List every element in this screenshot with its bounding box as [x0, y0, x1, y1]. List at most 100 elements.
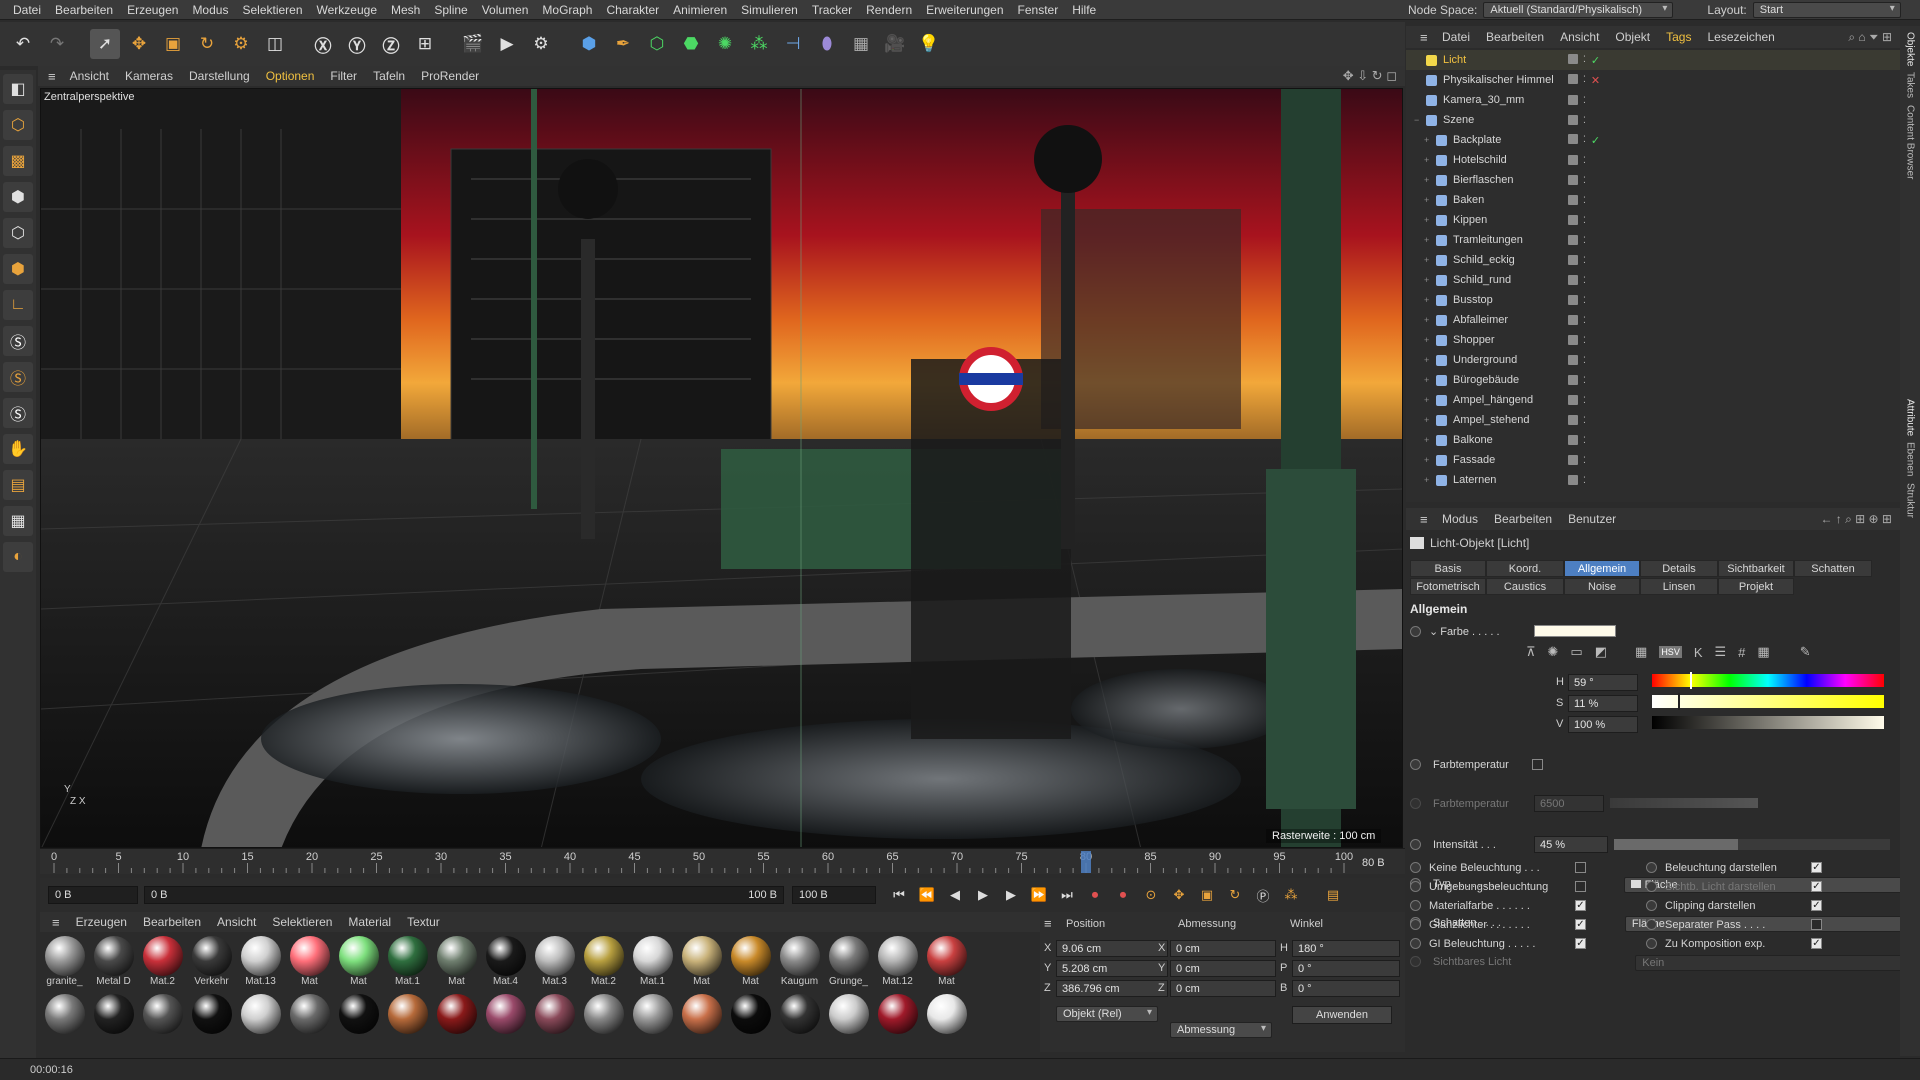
object-row[interactable]: + Fassade ⁚ [1406, 450, 1900, 470]
visibility-dots-icon[interactable]: ⁚ [1583, 475, 1586, 486]
farbtemp-checkbox[interactable] [1532, 759, 1543, 770]
material-swatch[interactable]: Mat [677, 936, 726, 996]
cube-icon[interactable]: ⬢ [574, 29, 604, 59]
prev-key-icon[interactable]: ⏪ [916, 884, 938, 906]
om-menu-objekt[interactable]: Objekt [1607, 30, 1658, 44]
world-coordinates-icon[interactable]: ⊞ [410, 29, 440, 59]
object-row[interactable]: + Ampel_hängend ⁚ [1406, 390, 1900, 410]
layer-icon[interactable] [1568, 114, 1578, 125]
material-swatch[interactable]: Verkehr [187, 936, 236, 996]
anim-toggle-icon[interactable] [1646, 938, 1657, 949]
render-settings-icon[interactable]: ⚙ [526, 29, 556, 59]
angle-h-field[interactable]: 180 ° [1292, 940, 1400, 957]
visibility-dots-icon[interactable]: ⁚ [1583, 95, 1586, 106]
material-swatch[interactable]: Mat.3 [530, 936, 579, 996]
model-mode-icon[interactable]: ⬡ [3, 110, 33, 140]
layer-icon[interactable] [1568, 334, 1578, 345]
value-slider[interactable] [1652, 716, 1884, 729]
material-swatch[interactable]: Metal D [89, 936, 138, 996]
object-row[interactable]: + Shopper ⁚ [1406, 330, 1900, 350]
cloner-icon[interactable]: ✺ [710, 29, 740, 59]
coordinate-system-icon[interactable]: ◫ [260, 29, 290, 59]
swatches-icon[interactable]: ▦ [1757, 644, 1769, 660]
keyframe-selection-icon[interactable]: ⊙ [1140, 884, 1162, 906]
viewport-nav-icons[interactable]: ✥ ⇩ ↻ ◻ [1335, 68, 1405, 84]
checkbox[interactable]: ✓ [1575, 919, 1586, 930]
layer-icon[interactable] [1568, 294, 1578, 305]
visibility-dots-icon[interactable]: ⁚ [1583, 195, 1586, 206]
render-picture-viewer-icon[interactable]: ▶ [492, 29, 522, 59]
material-swatch[interactable]: Mat.1 [628, 936, 677, 996]
key-param-icon[interactable]: Ⓟ [1252, 884, 1274, 906]
object-row[interactable]: + Laternen ⁚ [1406, 470, 1900, 490]
generator-icon[interactable]: ⬣ [676, 29, 706, 59]
am-menu-modus[interactable]: Modus [1434, 512, 1486, 526]
expand-toggle-icon[interactable]: + [1424, 215, 1434, 225]
viewport-menu-darstellung[interactable]: Darstellung [181, 69, 258, 83]
size-mode-dropdown[interactable]: Abmessung [1170, 1022, 1272, 1038]
object-row[interactable]: + Balkone ⁚ [1406, 430, 1900, 450]
visibility-dots-icon[interactable]: ⁚ [1583, 395, 1586, 406]
material-swatch[interactable]: Kaugum [775, 936, 824, 996]
polygons-mode-icon[interactable]: ⬢ [3, 254, 33, 284]
material-swatch[interactable] [628, 994, 677, 1054]
deformer-icon[interactable]: ⊣ [778, 29, 808, 59]
layer-icon[interactable] [1568, 154, 1578, 165]
mixer-icon[interactable]: ☰ [1715, 644, 1727, 660]
om-menu-lesezeichen[interactable]: Lesezeichen [1699, 30, 1782, 44]
layer-icon[interactable] [1568, 133, 1578, 144]
key-pla-icon[interactable]: ⁂ [1280, 884, 1302, 906]
viewport-menu-filter[interactable]: Filter [322, 69, 365, 83]
material-swatch[interactable]: Mat.2 [579, 936, 628, 996]
eyedropper-icon[interactable]: ✎ [1800, 644, 1811, 660]
v-field[interactable]: 100 % [1568, 716, 1638, 733]
enabled-check-icon[interactable]: ✓ [1591, 54, 1600, 67]
menu-selektieren[interactable]: Selektieren [235, 3, 309, 17]
menu-bearbeiten[interactable]: Bearbeiten [48, 3, 120, 17]
anim-toggle-icon[interactable] [1646, 919, 1657, 930]
enabled-check-icon[interactable]: ✓ [1591, 134, 1600, 147]
mat-menu-material[interactable]: Material [340, 915, 399, 929]
expand-toggle-icon[interactable]: + [1424, 275, 1434, 285]
s-field[interactable]: 11 % [1568, 695, 1638, 712]
floor-icon[interactable]: ▦ [846, 29, 876, 59]
checkbox[interactable]: ✓ [1575, 938, 1586, 949]
visibility-dots-icon[interactable]: ⁚ [1583, 175, 1586, 186]
menu-datei[interactable]: Datei [6, 3, 48, 17]
layer-icon[interactable] [1568, 194, 1578, 205]
checkbox[interactable]: ✓ [1811, 862, 1822, 873]
material-swatch[interactable] [922, 994, 971, 1054]
saturation-slider-marker[interactable] [1677, 693, 1680, 710]
key-scale-icon[interactable]: ▣ [1196, 884, 1218, 906]
layer-icon[interactable] [1568, 214, 1578, 225]
expand-toggle-icon[interactable]: + [1424, 455, 1434, 465]
expand-toggle-icon[interactable]: + [1424, 235, 1434, 245]
size-z-field[interactable]: 0 cm [1170, 980, 1276, 997]
material-swatch[interactable]: Mat.1 [383, 936, 432, 996]
layout-dropdown[interactable]: Start [1752, 2, 1901, 18]
layer-icon[interactable] [1568, 234, 1578, 245]
mat-menu-selektieren[interactable]: Selektieren [264, 915, 340, 929]
expand-toggle-icon[interactable]: + [1424, 195, 1434, 205]
select-arrow-icon[interactable]: ➚ [90, 29, 120, 59]
snap-quantize-icon[interactable]: Ⓢ [3, 398, 33, 428]
checkbox[interactable] [1575, 862, 1586, 873]
object-row[interactable]: + Schild_eckig ⁚ [1406, 250, 1900, 270]
scale-icon[interactable]: ▣ [158, 29, 188, 59]
layer-icon[interactable] [1568, 354, 1578, 365]
menu-volumen[interactable]: Volumen [475, 3, 536, 17]
visibility-dots-icon[interactable]: ⁚ [1583, 295, 1586, 306]
material-swatch[interactable] [481, 994, 530, 1054]
expand-toggle-icon[interactable]: + [1424, 355, 1434, 365]
tab-koord[interactable]: Koord. [1486, 560, 1564, 577]
material-swatch[interactable] [775, 994, 824, 1054]
next-key-icon[interactable]: ⏩ [1028, 884, 1050, 906]
snap-icon[interactable]: Ⓢ [3, 326, 33, 356]
go-to-end-icon[interactable]: ⏭ [1056, 884, 1078, 906]
pos-x-field[interactable]: 9.06 cm [1056, 940, 1168, 957]
menu-spline[interactable]: Spline [427, 3, 474, 17]
kelvin-mode-icon[interactable]: K [1694, 645, 1703, 660]
angle-b-field[interactable]: 0 ° [1292, 980, 1400, 997]
expand-toggle-icon[interactable]: + [1424, 395, 1434, 405]
object-row[interactable]: + Kippen ⁚ [1406, 210, 1900, 230]
